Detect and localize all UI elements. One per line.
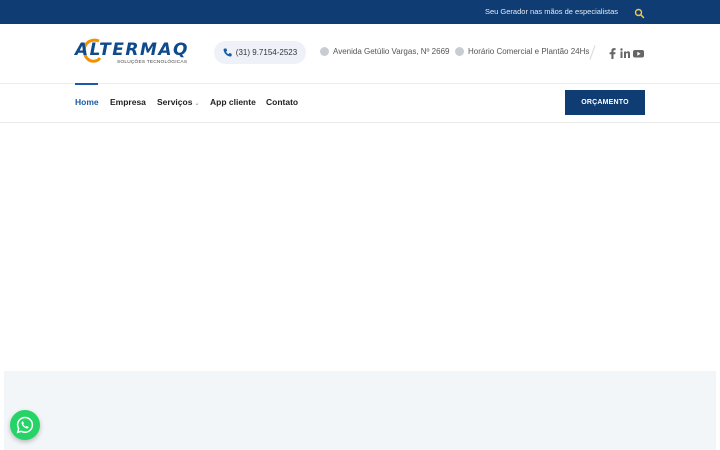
address-info: Avenida Getúlio Vargas, Nº 2669 bbox=[320, 47, 449, 56]
whatsapp-button[interactable] bbox=[10, 410, 40, 440]
orcamento-button[interactable]: ORÇAMENTO bbox=[565, 90, 645, 115]
topbar-tagline: Seu Gerador nas mãos de especialistas bbox=[485, 7, 618, 16]
site-logo[interactable]: ALTERMAQ SOLUÇÕES TECNOLÓGICAS bbox=[75, 38, 188, 70]
facebook-icon[interactable] bbox=[609, 46, 619, 59]
linkedin-icon[interactable] bbox=[620, 46, 630, 58]
chevron-down-icon: ⌄ bbox=[194, 101, 200, 107]
nav-item-servicos[interactable]: Serviços ⌄ bbox=[157, 97, 199, 107]
phone-number: (31) 9.7154-2523 bbox=[235, 48, 298, 57]
nav-item-app-cliente[interactable]: App cliente bbox=[210, 97, 256, 107]
hours-text: Horário Comercial e Plantão 24Hs bbox=[468, 47, 590, 56]
clock-icon bbox=[455, 47, 464, 56]
logo-text: ALTERMAQ bbox=[75, 40, 189, 60]
address-text: Avenida Getúlio Vargas, Nº 2669 bbox=[333, 47, 450, 56]
active-nav-indicator bbox=[75, 83, 98, 85]
main-nav: Home Empresa Serviços ⌄ App cliente Conta… bbox=[0, 83, 720, 123]
youtube-icon[interactable] bbox=[633, 46, 644, 58]
hero-area bbox=[0, 123, 720, 371]
content-section bbox=[4, 371, 716, 450]
site-header: ALTERMAQ SOLUÇÕES TECNOLÓGICAS (31) 9.71… bbox=[0, 24, 720, 84]
top-bar: Seu Gerador nas mãos de especialistas bbox=[0, 0, 720, 24]
logo-tagline: SOLUÇÕES TECNOLÓGICAS bbox=[117, 60, 188, 65]
phone-icon bbox=[223, 48, 232, 57]
nav-item-contato[interactable]: Contato bbox=[266, 97, 298, 107]
whatsapp-icon bbox=[16, 416, 34, 434]
globe-icon bbox=[320, 47, 329, 56]
nav-item-servicos-label: Serviços bbox=[157, 97, 193, 107]
nav-item-home[interactable]: Home bbox=[75, 97, 99, 107]
nav-item-empresa[interactable]: Empresa bbox=[110, 97, 146, 107]
phone-button[interactable]: (31) 9.7154-2523 bbox=[214, 41, 306, 64]
search-icon[interactable] bbox=[634, 6, 645, 19]
hours-info: Horário Comercial e Plantão 24Hs bbox=[455, 47, 589, 56]
header-divider bbox=[589, 45, 596, 60]
